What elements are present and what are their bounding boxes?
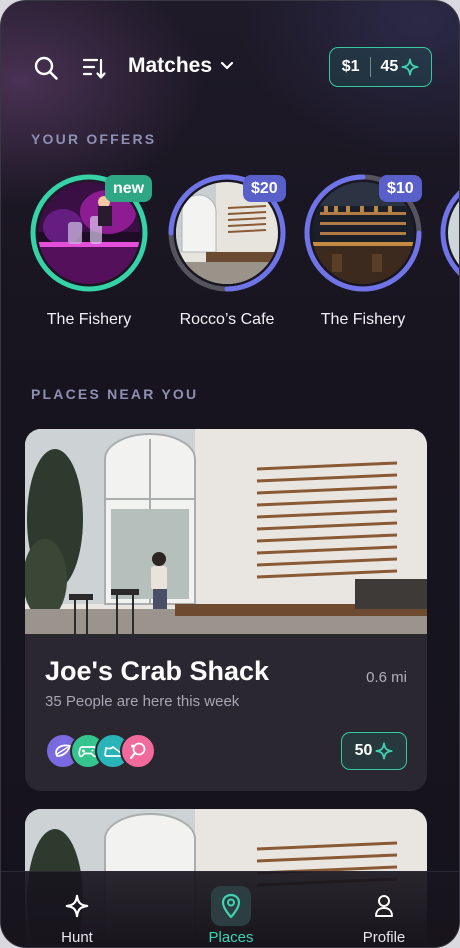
- place-card[interactable]: Joe's Crab Shack 0.6 mi 35 People are he…: [25, 429, 427, 791]
- place-distance: 0.6 mi: [366, 669, 407, 686]
- wallet-balance[interactable]: $1 45: [329, 47, 432, 87]
- search-icon[interactable]: [31, 53, 61, 83]
- matches-dropdown[interactable]: Matches: [128, 54, 234, 78]
- offer-name: The Fishery: [320, 311, 406, 328]
- sparkle-icon: [57, 886, 97, 926]
- points-balance: 45: [381, 58, 420, 76]
- sparkle-icon: [375, 742, 393, 760]
- tab-hunt[interactable]: Hunt: [27, 872, 127, 947]
- place-name: Joe's Crab Shack: [45, 656, 270, 686]
- sort-icon[interactable]: [79, 53, 109, 83]
- tab-label: Hunt: [61, 929, 93, 946]
- places-section-title: PLACES NEAR YOU: [31, 386, 199, 402]
- ping-pong-icon: [120, 733, 156, 769]
- tab-bar: Hunt Places Profile: [1, 871, 459, 947]
- matches-label: Matches: [128, 54, 213, 77]
- offer-name: The Fishery: [46, 311, 132, 328]
- wallet-divider: [369, 57, 371, 77]
- tab-label: Places: [208, 929, 254, 946]
- sparkle-icon: [401, 58, 419, 76]
- person-icon: [364, 886, 404, 926]
- points-value: 45: [380, 58, 399, 75]
- place-points-value: 50: [354, 742, 373, 759]
- offers-section-title: YOUR OFFERS: [31, 131, 157, 147]
- place-photo: [25, 429, 427, 634]
- place-visitors: 35 People are here this week: [45, 693, 240, 710]
- app-screen: Matches $1 45 YOUR OFFERS new The Fisher…: [0, 0, 460, 948]
- offer-badge: $20: [243, 175, 286, 202]
- tab-places[interactable]: Places: [181, 872, 281, 947]
- tab-profile[interactable]: Profile: [334, 872, 434, 947]
- place-points-button[interactable]: 50: [341, 732, 407, 770]
- offer-badge: new: [105, 175, 153, 202]
- map-pin-icon: [211, 886, 251, 926]
- tab-label: Profile: [362, 929, 406, 946]
- cash-balance: $1: [341, 58, 360, 75]
- interest-avatars: [45, 733, 185, 769]
- chevron-down-icon: [220, 61, 234, 70]
- header: Matches $1 45: [1, 45, 459, 89]
- offer-badge: $10: [379, 175, 422, 202]
